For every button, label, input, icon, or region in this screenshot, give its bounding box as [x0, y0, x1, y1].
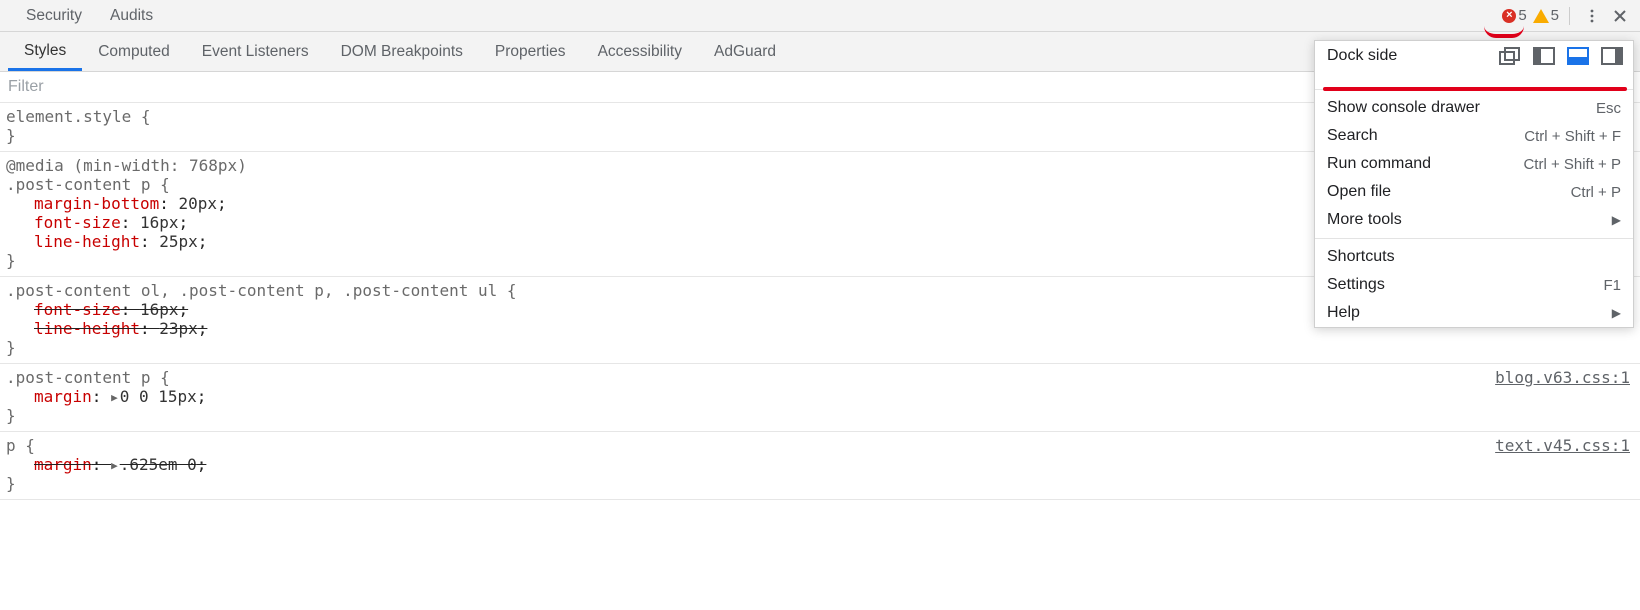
- menu-label: More tools: [1327, 211, 1402, 229]
- rule-close: }: [6, 338, 16, 357]
- dock-right-icon: [1601, 47, 1623, 65]
- menu-help[interactable]: Help ▶: [1315, 299, 1633, 327]
- menu-more-tools[interactable]: More tools ▶: [1315, 206, 1633, 234]
- menu-open-file[interactable]: Open file Ctrl + P: [1315, 178, 1633, 206]
- close-icon: [1612, 8, 1628, 24]
- css-val: 0 0 15px: [120, 387, 197, 406]
- css-prop: margin: [34, 455, 92, 474]
- rule-close: }: [6, 406, 16, 425]
- menu-label: Help: [1327, 304, 1360, 322]
- rule-close: }: [6, 474, 16, 493]
- menu-label: Shortcuts: [1327, 248, 1395, 266]
- css-prop: line-height: [34, 319, 140, 338]
- dock-bottom-button[interactable]: [1567, 47, 1589, 65]
- menu-label: Open file: [1327, 183, 1391, 201]
- tab-event-listeners[interactable]: Event Listeners: [186, 35, 325, 69]
- tab-properties[interactable]: Properties: [479, 35, 582, 69]
- css-prop: font-size: [34, 213, 121, 232]
- dock-side-label: Dock side: [1327, 47, 1397, 65]
- menu-settings[interactable]: Settings F1: [1315, 271, 1633, 299]
- css-val: 23px: [159, 319, 198, 338]
- submenu-arrow-icon: ▶: [1612, 306, 1621, 320]
- more-vertical-icon: [1584, 8, 1600, 24]
- submenu-arrow-icon: ▶: [1612, 213, 1621, 227]
- devtools-topbar: Security Audits × 5 5: [0, 0, 1640, 32]
- rule-selector: .post-content ol, .post-content p, .post…: [6, 281, 517, 300]
- css-rule[interactable]: blog.v63.css:1 .post-content p { margin:…: [0, 364, 1640, 432]
- dock-left-button[interactable]: [1533, 47, 1555, 65]
- css-prop: margin: [34, 387, 92, 406]
- expand-triangle-icon[interactable]: ▶: [111, 391, 118, 404]
- status-group: × 5 5: [1500, 7, 1561, 24]
- rule-close: }: [6, 126, 16, 145]
- css-val: 25px: [159, 232, 198, 251]
- css-prop: margin-bottom: [34, 194, 159, 213]
- css-val: 16px: [140, 213, 179, 232]
- menu-show-console-drawer[interactable]: Show console drawer Esc: [1315, 94, 1633, 122]
- undock-icon: [1499, 47, 1521, 65]
- dock-left-icon: [1533, 47, 1555, 65]
- css-rule[interactable]: text.v45.css:1 p { margin: ▶.625em 0; }: [0, 432, 1640, 500]
- tab-dom-breakpoints[interactable]: DOM Breakpoints: [325, 35, 479, 69]
- warning-count[interactable]: 5: [1531, 7, 1561, 24]
- rule-source-link[interactable]: text.v45.css:1: [1495, 436, 1630, 455]
- rule-source-link[interactable]: blog.v63.css:1: [1495, 368, 1630, 387]
- css-prop: font-size: [34, 300, 121, 319]
- rule-selector: p {: [6, 436, 35, 455]
- expand-triangle-icon[interactable]: ▶: [111, 459, 118, 472]
- kebab-menu-button[interactable]: [1578, 2, 1606, 30]
- tab-computed[interactable]: Computed: [82, 35, 186, 69]
- rule-close: }: [6, 251, 16, 270]
- css-declaration[interactable]: margin: ▶0 0 15px;: [6, 387, 1634, 406]
- menu-separator: [1315, 238, 1633, 239]
- warning-count-value: 5: [1551, 7, 1559, 24]
- close-devtools-button[interactable]: [1606, 2, 1634, 30]
- dock-side-row: Dock side: [1315, 41, 1633, 75]
- rule-selector: .post-content p {: [6, 368, 170, 387]
- menu-shortcuts[interactable]: Shortcuts: [1315, 243, 1633, 271]
- css-declaration[interactable]: margin: ▶.625em 0;: [6, 455, 1634, 474]
- devtools-main-menu: Dock side Show console drawer Esc Search…: [1314, 40, 1634, 328]
- menu-shortcut: Ctrl + Shift + P: [1523, 156, 1621, 173]
- error-count[interactable]: × 5: [1500, 7, 1528, 24]
- menu-shortcut: F1: [1603, 277, 1621, 294]
- error-count-value: 5: [1518, 7, 1526, 24]
- tab-adguard[interactable]: AdGuard: [698, 35, 792, 69]
- dock-undock-button[interactable]: [1499, 47, 1521, 65]
- css-val: 20px: [179, 194, 218, 213]
- css-val: .625em 0: [120, 455, 197, 474]
- rule-selector: element.style {: [6, 107, 151, 126]
- menu-shortcut: Ctrl + P: [1571, 184, 1621, 201]
- menu-search[interactable]: Search Ctrl + Shift + F: [1315, 122, 1633, 150]
- dock-bottom-icon: [1567, 47, 1589, 65]
- divider: [1569, 7, 1570, 25]
- dock-right-button[interactable]: [1601, 47, 1623, 65]
- tab-styles[interactable]: Styles: [8, 34, 82, 71]
- menu-label: Search: [1327, 127, 1378, 145]
- menu-label: Settings: [1327, 276, 1385, 294]
- error-icon: ×: [1502, 9, 1516, 23]
- annotation-underline: [1323, 87, 1627, 91]
- tab-security[interactable]: Security: [12, 3, 96, 29]
- rule-selector: .post-content p {: [6, 175, 170, 194]
- menu-shortcut: Esc: [1596, 100, 1621, 117]
- tab-audits[interactable]: Audits: [96, 3, 167, 29]
- tab-accessibility[interactable]: Accessibility: [582, 35, 698, 69]
- menu-label: Run command: [1327, 155, 1431, 173]
- css-prop: line-height: [34, 232, 140, 251]
- menu-shortcut: Ctrl + Shift + F: [1524, 128, 1621, 145]
- css-val: 16px: [140, 300, 179, 319]
- menu-run-command[interactable]: Run command Ctrl + Shift + P: [1315, 150, 1633, 178]
- menu-label: Show console drawer: [1327, 99, 1480, 117]
- warning-icon: [1533, 9, 1549, 23]
- annotation-curve: [1484, 26, 1524, 38]
